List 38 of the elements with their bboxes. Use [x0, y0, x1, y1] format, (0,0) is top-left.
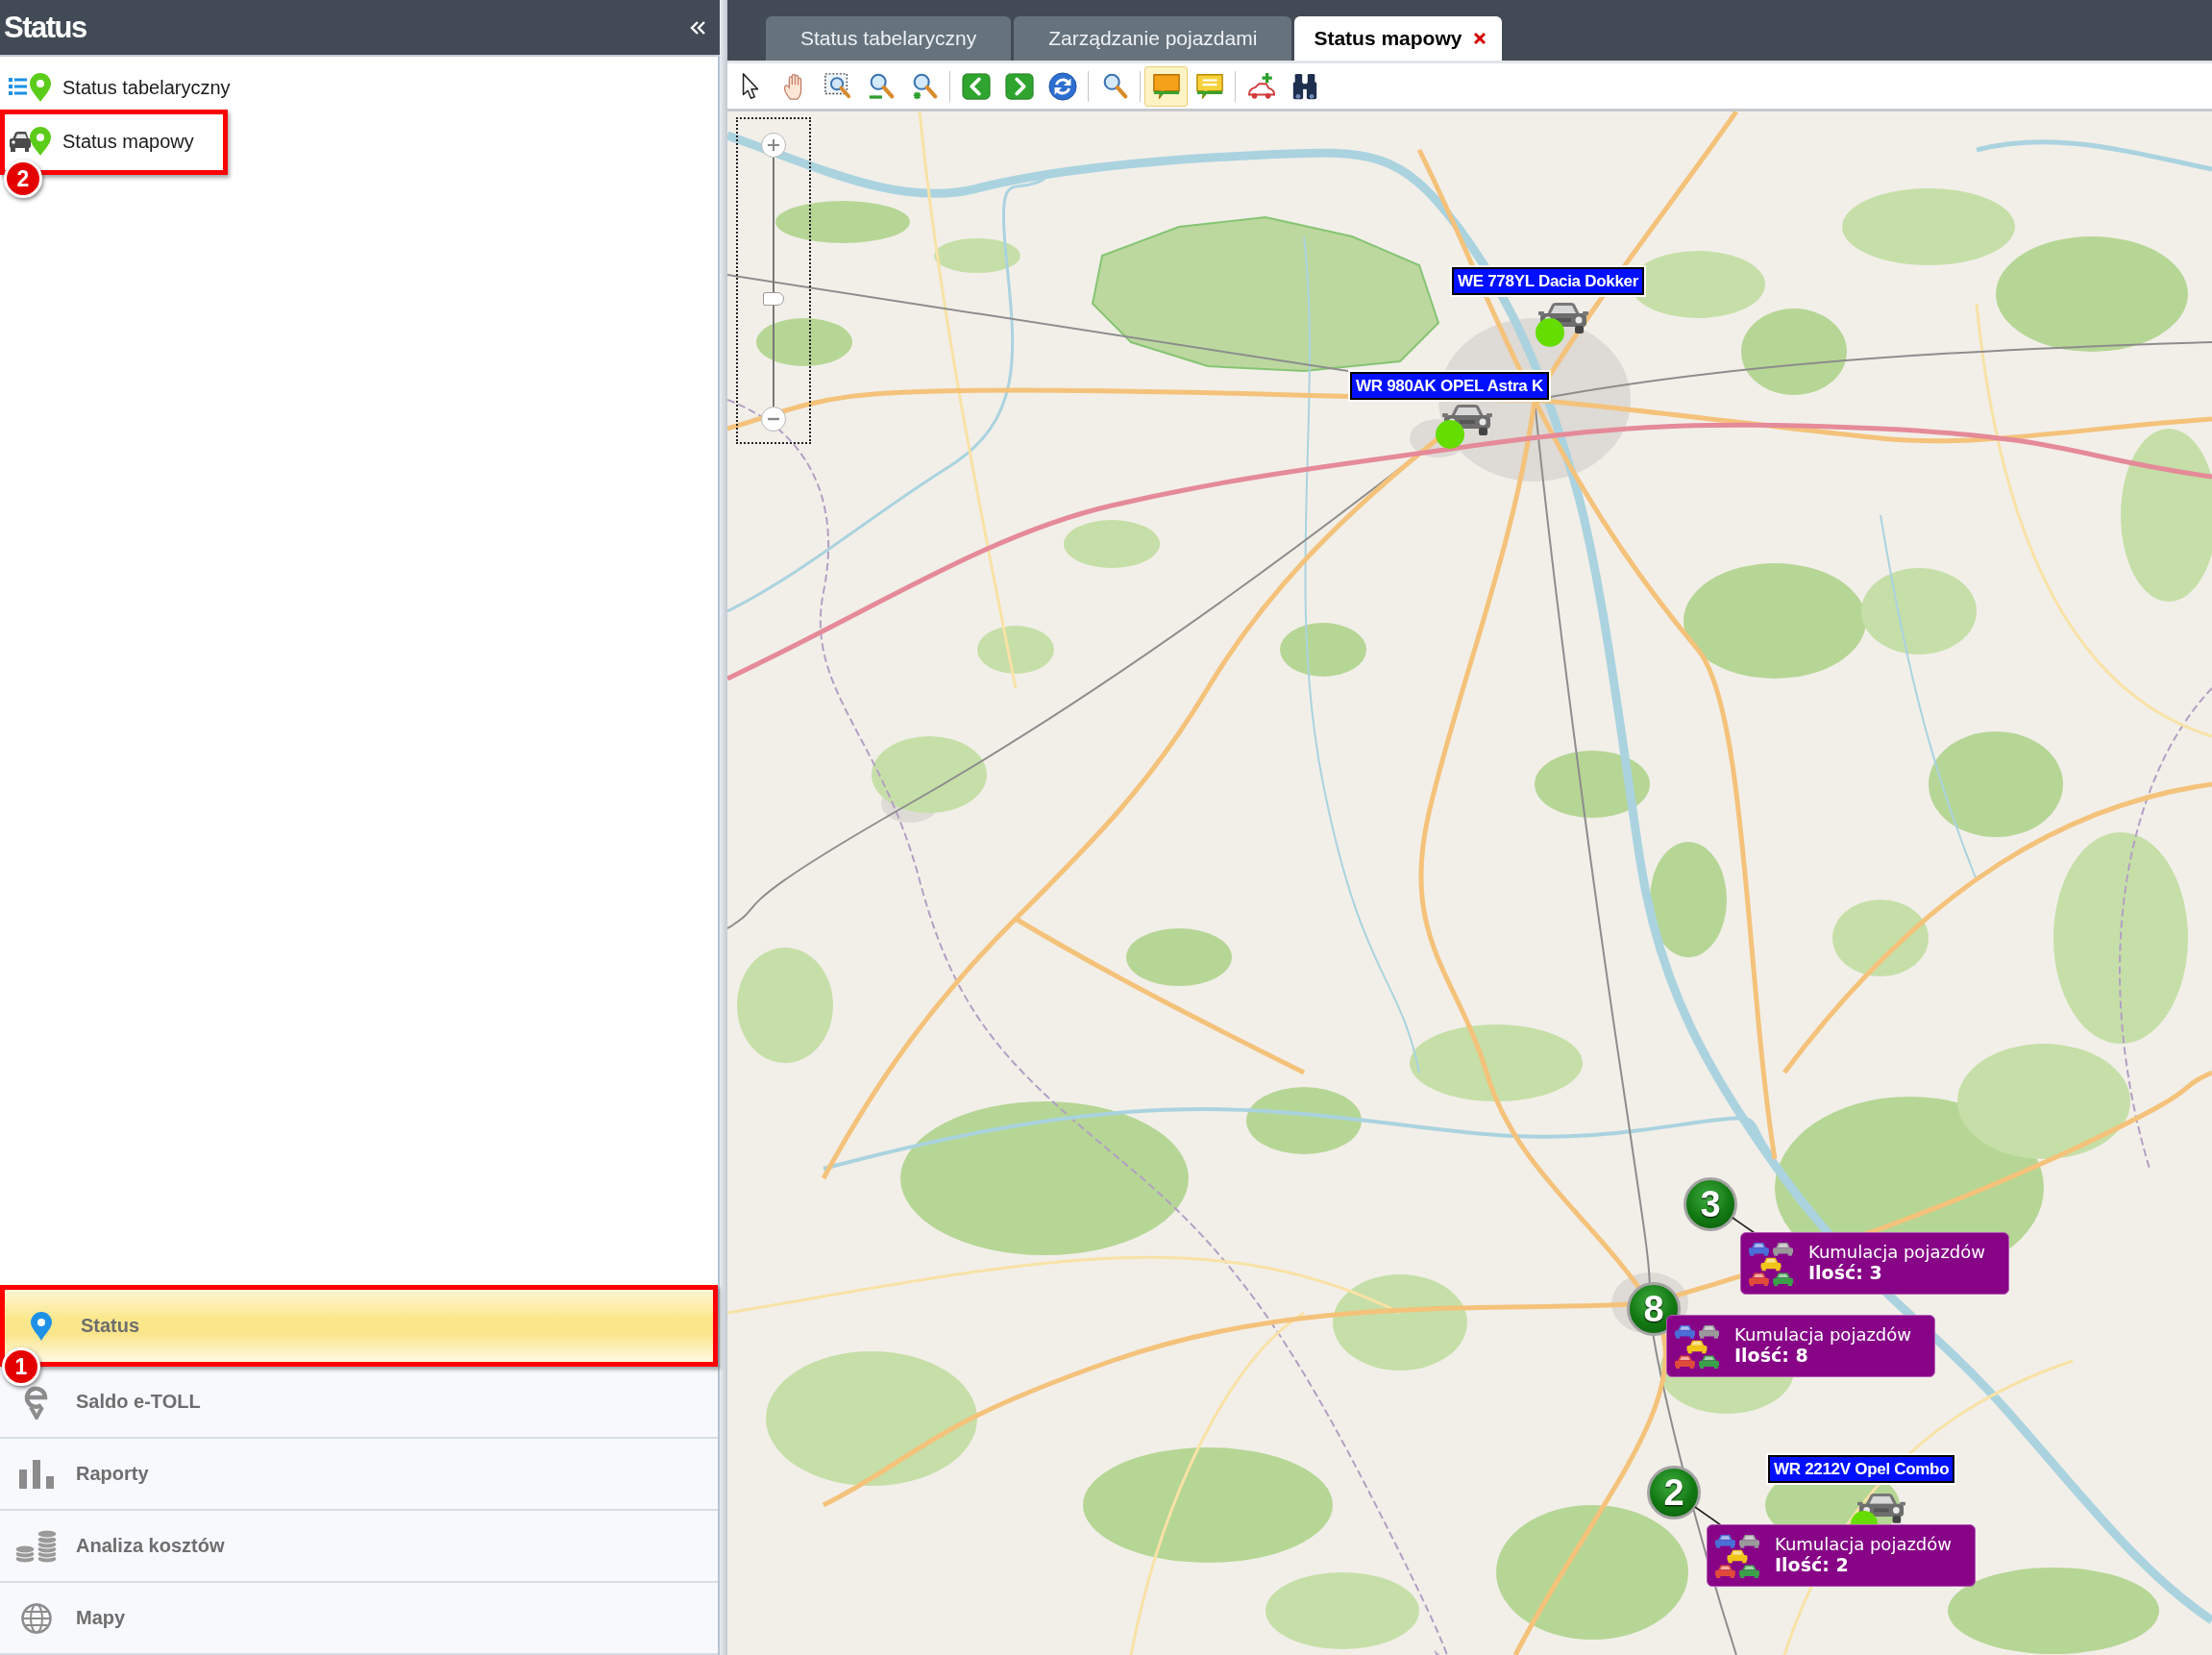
vehicle-label: WR 980AK OPEL Astra K — [1348, 370, 1551, 402]
coins-icon — [14, 1528, 59, 1564]
map-pin-icon — [31, 1311, 52, 1341]
tab[interactable]: Zarządzanie pojazdami — [1014, 16, 1292, 61]
leader-line — [1694, 1506, 1722, 1526]
e-pin-icon — [24, 1384, 49, 1420]
popup-title: Kumulacja pojazdów — [1775, 1535, 1953, 1555]
popup-count: Ilość: 8 — [1734, 1345, 1808, 1367]
selection-magnifier-icon — [823, 71, 852, 101]
globe-icon — [21, 1602, 52, 1634]
speech-bubble-lines-icon — [1194, 71, 1224, 101]
nav-item[interactable]: Mapy — [0, 1583, 718, 1655]
callout-number: 2 — [4, 160, 42, 198]
tree-item[interactable]: Status tabelaryczny — [6, 61, 236, 114]
vehicle-label: WR 2212V Opel Combo — [1766, 1453, 1957, 1485]
tab[interactable]: Status mapowy — [1294, 16, 1503, 61]
popup-count: Ilość: 3 — [1808, 1262, 1882, 1284]
popup-count: Ilość: 2 — [1775, 1554, 1849, 1576]
bar-chart-icon — [19, 1459, 54, 1489]
tab[interactable]: Status tabelaryczny — [766, 16, 1012, 61]
plus-icon — [767, 138, 780, 152]
vehicle-label: WE 778YL Dacia Dokker — [1450, 265, 1647, 297]
list-with-pin-icon — [9, 73, 53, 102]
double-chevron-icon[interactable] — [689, 19, 706, 36]
popup-title: Kumulacja pojazdów — [1734, 1325, 1912, 1346]
car-plus-icon — [1246, 71, 1276, 101]
car-with-pin-icon — [9, 127, 53, 156]
speech-bubble-icon — [1151, 71, 1181, 101]
nav-item[interactable]: Raporty — [0, 1439, 718, 1511]
leader-line — [1732, 1217, 1756, 1234]
cars-icon — [1749, 1241, 1793, 1286]
close-icon[interactable] — [1473, 32, 1487, 45]
popup-title: Kumulacja pojazdów — [1808, 1243, 1986, 1263]
nav-item[interactable]: Analiza kosztów — [0, 1511, 718, 1583]
refresh-icon — [1047, 71, 1077, 101]
cars-icon — [1715, 1533, 1759, 1578]
panel-title: Status — [4, 10, 86, 45]
cars-icon — [1675, 1323, 1719, 1369]
